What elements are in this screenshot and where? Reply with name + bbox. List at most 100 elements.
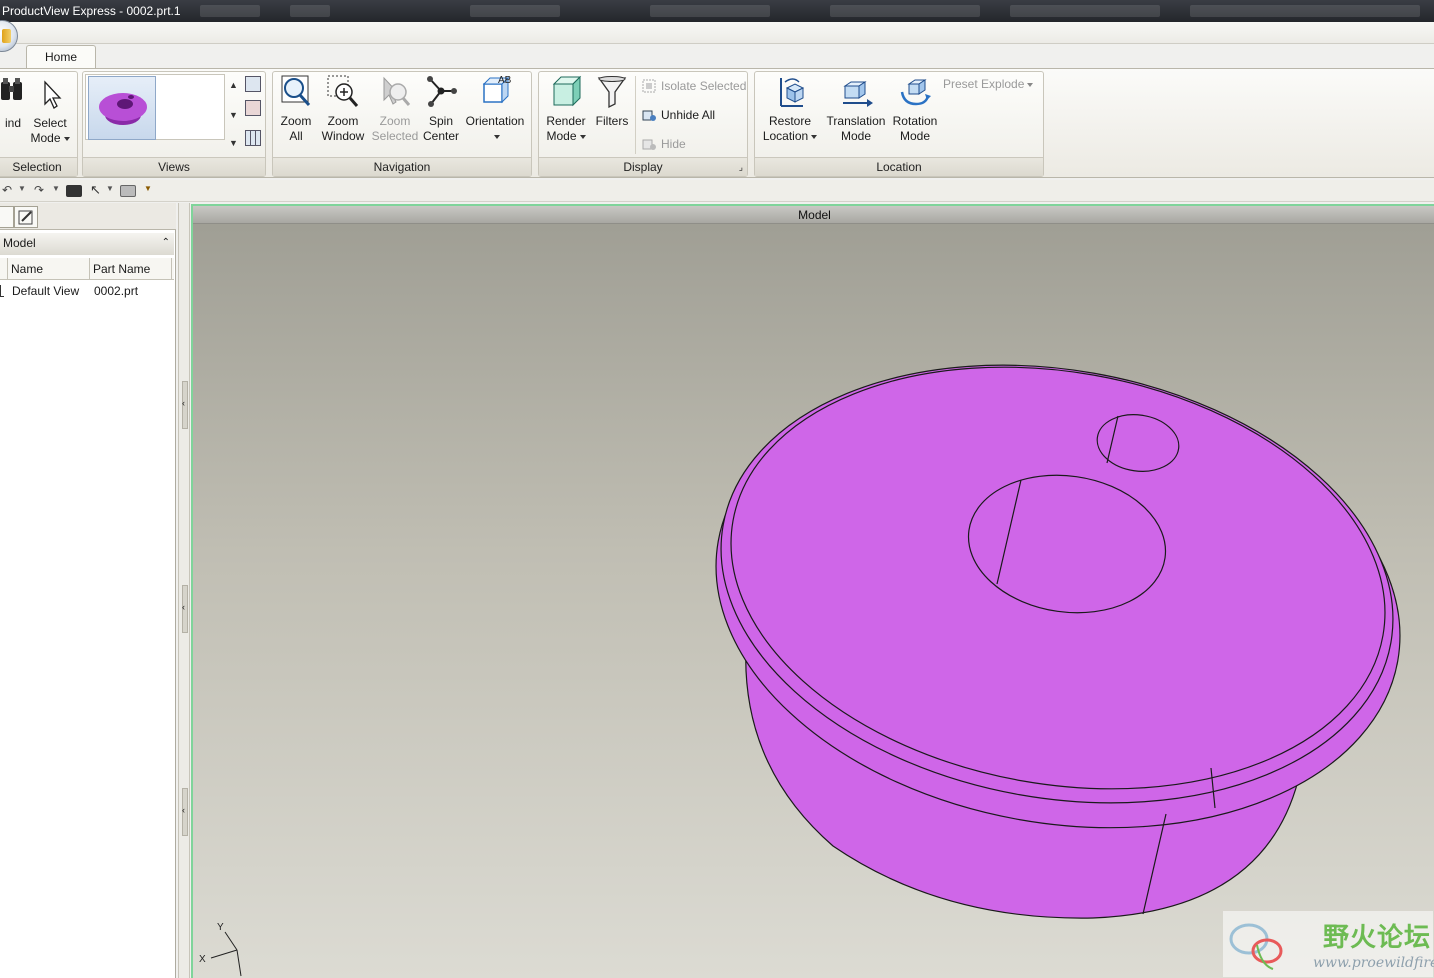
splitter-grip[interactable]: ‹ xyxy=(182,788,188,836)
column-name[interactable]: Name xyxy=(8,258,90,280)
select-dropdown-icon[interactable]: ▼ xyxy=(106,184,114,193)
pane-splitter[interactable]: ‹ ‹ ‹ xyxy=(178,203,190,978)
window-titlebar: ProductView Express - 0002.prt.1 xyxy=(0,0,1434,22)
binoculars-icon xyxy=(1,76,25,112)
tab-home[interactable]: Home xyxy=(26,45,96,69)
isolate-icon xyxy=(641,78,657,94)
zoom-selected-label-1: Zoom xyxy=(379,114,411,128)
select-mode-label-2: Mode xyxy=(27,131,73,146)
zoom-window-button[interactable]: Zoom Window xyxy=(319,74,367,144)
watermark-title: 野火论坛 xyxy=(1323,923,1432,953)
cursor-arrow-icon xyxy=(33,76,67,112)
titlebar-blurred-tab xyxy=(650,5,770,17)
spin-center-button[interactable]: Spin Center xyxy=(421,74,461,144)
group-label-location: Location xyxy=(755,157,1043,176)
hide-button[interactable]: Hide xyxy=(641,134,686,154)
views-grid-icon[interactable] xyxy=(245,130,261,146)
render-cube-icon xyxy=(549,74,583,110)
binoculars-icon[interactable] xyxy=(66,185,82,197)
restore-location-label-1: Restore xyxy=(768,114,812,128)
render-mode-button[interactable]: Render Mode xyxy=(541,74,591,144)
gallery-expand-icon[interactable]: ▼ xyxy=(229,138,238,148)
redo-dropdown-icon[interactable]: ▼ xyxy=(52,184,60,193)
zoom-selected-button[interactable]: Zoom Selected xyxy=(371,74,419,144)
window-title: ProductView Express - 0002.prt.1 xyxy=(2,4,181,18)
orientation-cube-icon: AB xyxy=(478,74,512,110)
splitter-grip[interactable]: ‹ xyxy=(182,381,188,429)
views-gallery xyxy=(85,74,225,140)
group-label-selection: Selection xyxy=(0,157,77,176)
chevron-down-icon xyxy=(493,134,500,139)
part-thumbnail-icon xyxy=(99,93,147,125)
watermark: 野火论坛 www.proewildfire.cn xyxy=(1223,911,1434,977)
views-icon-1[interactable] xyxy=(245,76,261,92)
watermark-url: www.proewildfire.cn xyxy=(1313,955,1434,971)
find-button[interactable]: ind xyxy=(1,76,25,131)
orientation-label: Orientation xyxy=(465,114,525,128)
zoom-all-icon xyxy=(279,74,313,110)
unhide-all-label: Unhide All xyxy=(661,108,716,122)
titlebar-blurred-tab xyxy=(1010,5,1160,17)
titlebar-blurred-tab xyxy=(1190,5,1420,17)
structure-header[interactable]: Model ⌃ xyxy=(0,233,174,255)
zoom-window-icon xyxy=(326,74,360,110)
select-mode-button[interactable]: Select Mode xyxy=(27,76,73,146)
find-label: ind xyxy=(4,116,21,130)
column-part-name[interactable]: Part Name xyxy=(90,258,172,280)
undo-dropdown-icon[interactable]: ▼ xyxy=(18,184,26,193)
gallery-scroll-down-icon[interactable]: ▼ xyxy=(229,110,238,120)
group-label-views: Views xyxy=(83,157,265,176)
row-name: Default View xyxy=(12,284,80,298)
views-icon-2[interactable] xyxy=(245,100,261,116)
restore-location-label-2: Location xyxy=(759,129,821,144)
funnel-icon xyxy=(595,74,629,110)
rotation-mode-button[interactable]: Rotation Mode xyxy=(889,74,941,144)
unhide-all-button[interactable]: Unhide All xyxy=(641,105,715,125)
zoom-all-label-2: All xyxy=(289,129,303,143)
print-icon[interactable] xyxy=(120,185,136,197)
customize-qat-icon[interactable]: ▼ xyxy=(144,184,152,193)
view-thumbnail-default[interactable] xyxy=(88,76,156,140)
group-label-navigation: Navigation xyxy=(273,157,531,176)
render-mode-label-1: Render xyxy=(546,114,586,128)
gallery-scroll-up-icon[interactable]: ▲ xyxy=(229,80,238,90)
app-logo-icon xyxy=(2,29,11,43)
svg-text:AB: AB xyxy=(498,75,512,86)
isolate-selected-button[interactable]: Isolate Selected xyxy=(641,76,746,96)
structure-pane: Model ⌃ Name Part Name Default View 0002… xyxy=(0,203,176,978)
pencil-icon xyxy=(18,210,33,225)
orientation-button[interactable]: AB Orientation xyxy=(463,74,527,144)
zoom-selected-icon xyxy=(378,74,412,110)
tab-structure[interactable] xyxy=(0,206,14,228)
translation-mode-button[interactable]: Translation Mode xyxy=(825,74,887,144)
ribbon: ind Select Mode Selection ▲ ▼ ▼ Views Zo… xyxy=(0,68,1434,178)
titlebar-blurred-tab xyxy=(290,5,330,17)
spin-center-label-1: Spin xyxy=(428,114,454,128)
structure-tabs xyxy=(0,203,176,230)
zoom-all-button[interactable]: Zoom All xyxy=(277,74,315,144)
redo-icon[interactable]: ↷ xyxy=(34,183,44,197)
tree-node-icon xyxy=(0,285,4,297)
cursor-icon[interactable]: ↖ xyxy=(90,182,101,198)
zoom-selected-label-2: Selected xyxy=(371,129,419,143)
axis-y-label: Y xyxy=(217,922,224,933)
zoom-window-label-2: Window xyxy=(321,129,365,143)
butterfly-logo-icon xyxy=(1229,923,1283,970)
select-mode-label-1: Select xyxy=(33,116,67,130)
dialog-launcher-icon[interactable]: ⌟ xyxy=(739,158,743,177)
table-row[interactable]: Default View 0002.prt xyxy=(0,281,174,301)
column-tree[interactable] xyxy=(0,258,8,280)
model-viewport[interactable]: Model Y X 野火论坛 www.proewildfir xyxy=(191,204,1434,978)
group-selection: ind Select Mode Selection xyxy=(0,71,78,177)
undo-icon[interactable]: ↶ xyxy=(2,183,12,197)
axis-triad: Y X xyxy=(199,922,242,977)
axis-x-label: X xyxy=(199,954,206,965)
tab-markup[interactable] xyxy=(14,206,38,228)
unhide-icon xyxy=(641,107,657,123)
preset-explode-dropdown[interactable]: Preset Explode xyxy=(941,74,1034,94)
collapse-icon[interactable]: ⌃ xyxy=(162,233,170,253)
model-render[interactable] xyxy=(193,206,1434,978)
restore-location-button[interactable]: Restore Location xyxy=(759,74,821,144)
splitter-grip[interactable]: ‹ xyxy=(182,585,188,633)
filters-button[interactable]: Filters xyxy=(593,74,631,129)
